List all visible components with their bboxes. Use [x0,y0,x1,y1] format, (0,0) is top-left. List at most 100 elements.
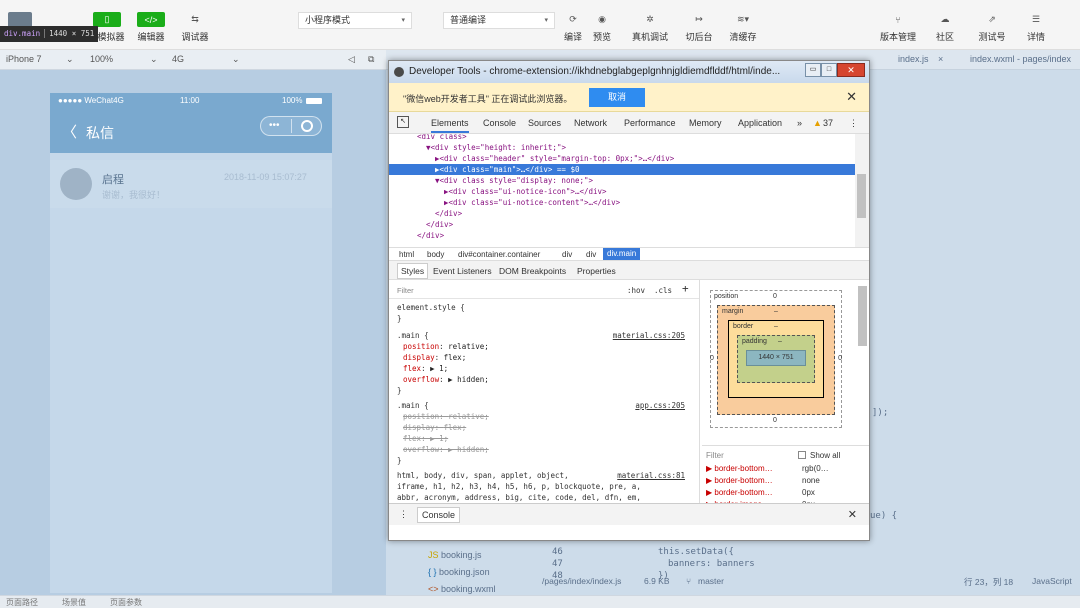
minimize-icon[interactable]: ▭ [805,63,821,77]
css-declaration[interactable]: overflow: ▶ hidden; [403,374,489,385]
community-button[interactable]: ☁ 社区 [934,12,956,43]
file-booking-js[interactable]: JS booking.js [428,547,496,564]
dom-node[interactable]: </div> [389,230,855,241]
capsule-menu[interactable]: ••• [260,116,322,136]
page-path-button[interactable]: 页面路径 [6,597,38,608]
background-button[interactable]: ↦ 切后台 [682,12,716,43]
dom-node[interactable]: ▶<div class="header" style="margin-top: … [389,153,855,164]
tab-sources[interactable]: Sources [528,118,561,128]
scrollbar-thumb[interactable] [858,286,867,346]
rule-selector[interactable]: html, body, div, span, applet, object, [397,470,569,481]
mode-select[interactable]: 小程序模式 ▾ [298,12,412,29]
crumb[interactable]: html [399,250,414,259]
computed-row[interactable]: ▶ border-bottom… 0px [706,488,856,497]
zoom-select[interactable]: 100% [90,54,113,64]
rule-source-link[interactable]: material.css:81 [617,470,685,481]
tab-styles[interactable]: Styles [397,263,429,279]
remote-debug-button[interactable]: ✲ 真机调试 [628,12,672,43]
more-icon[interactable]: ••• [269,120,280,131]
tab-performance[interactable]: Performance [624,118,676,128]
rule-source-link[interactable]: material.css:205 [613,330,685,341]
clear-cache-button[interactable]: ≋▾ 清缓存 [726,12,760,43]
scrollbar-thumb[interactable] [857,174,866,218]
network-select[interactable]: 4G [172,54,184,64]
styles-filter-input[interactable]: Filter [397,285,414,296]
rule-source-link[interactable]: app.css:205 [635,400,685,411]
tab-index-wxml[interactable]: index.wxml - pages/index [970,54,1071,64]
chat-list-item[interactable]: 启程 2018-11-09 15:07:27 谢谢，我很好！ [50,160,332,208]
close-icon[interactable]: ✕ [848,508,857,521]
cls-toggle[interactable]: .cls [654,285,672,296]
css-declaration[interactable]: flex: ▶ 1; [403,433,448,444]
tab-memory[interactable]: Memory [689,118,722,128]
back-icon[interactable]: 〈 [62,121,77,142]
show-all-checkbox[interactable] [798,451,806,459]
css-declaration[interactable]: position: relative; [403,341,489,352]
crumb-selected[interactable]: div.main [603,248,641,260]
tab-network[interactable]: Network [574,118,607,128]
computed-row[interactable]: ▶ border-bottom… none [706,476,856,485]
dom-node[interactable]: ▼<div class style="display: none;"> [389,175,855,186]
dom-node[interactable]: ▶<div class="ui-notice-icon">…</div> [389,186,855,197]
scene-button[interactable]: 场景值 [62,597,86,608]
file-booking-json[interactable]: { } booking.json [428,564,496,581]
dom-node[interactable]: </div> [389,208,855,219]
tab-console-drawer[interactable]: Console [417,507,461,523]
crumb[interactable]: div [586,250,596,259]
tab-properties[interactable]: Properties [577,266,616,276]
element-style-rule[interactable]: element.style { [397,302,465,313]
css-declaration[interactable]: display: flex; [403,422,466,433]
details-button[interactable]: ☰ 详情 [1024,12,1048,43]
css-declaration[interactable]: display: flex; [403,352,466,363]
dom-node[interactable]: </div> [389,219,855,230]
tab-dom-breakpoints[interactable]: DOM Breakpoints [499,266,566,276]
tab-index-js[interactable]: index.js [898,54,929,64]
test-account-button[interactable]: ⇗ 测试号 [975,12,1009,43]
tooltip-selector: div.main [4,29,41,38]
tab-console[interactable]: Console [483,118,516,128]
warning-count[interactable]: 37 [823,118,833,128]
css-declaration[interactable]: position: relative; [403,411,489,422]
tab-event-listeners[interactable]: Event Listeners [433,266,492,276]
editor-toggle[interactable]: </> 编辑器 [134,12,168,43]
tab-elements[interactable]: Elements [431,118,469,133]
page-params-button[interactable]: 页面参数 [110,597,142,608]
popout-icon[interactable]: ⧉ [368,54,374,65]
crumb[interactable]: div [562,250,572,259]
dom-node-selected[interactable]: ▶<div class="main">…</div> == $0 [389,164,855,175]
preview-button[interactable]: ◉ 预览 [590,12,614,43]
close-circle-icon[interactable] [301,120,313,132]
dom-scrollbar[interactable] [855,134,869,247]
compile-select[interactable]: 普通编译 ▾ [443,12,555,29]
crumb[interactable]: div#container.container [458,250,540,259]
computed-row[interactable]: ▶ border-bottom… rgb(0… [706,464,856,473]
css-declaration[interactable]: flex: ▶ 1; [403,363,448,374]
drawer-menu-icon[interactable]: ⋮ [399,509,408,520]
dom-node[interactable]: ▼<div style="height: inherit;"> [389,142,855,153]
rule-selector[interactable]: .main { [397,400,429,411]
dom-node[interactable]: <div class> [389,134,855,142]
inspect-icon[interactable]: ↖ [397,116,409,128]
exit-icon: ↦ [695,14,703,24]
hov-toggle[interactable]: :hov [627,285,645,296]
kebab-menu-icon[interactable]: ⋮ [849,118,858,129]
cancel-button[interactable]: 取消 [589,88,645,107]
close-icon[interactable]: × [938,54,943,64]
dom-node[interactable]: ▶<div class="ui-notice-content">…</div> [389,197,855,208]
debugger-toggle[interactable]: ⇆ 调试器 [178,12,212,43]
sound-icon[interactable]: ◁ [348,54,355,65]
maximize-icon[interactable]: □ [821,63,837,77]
compile-button[interactable]: ⟳ 编译 [562,12,584,43]
computed-filter-input[interactable]: Filter [706,451,724,460]
device-select[interactable]: iPhone 7 [6,54,42,64]
rule-selector[interactable]: .main { [397,330,429,341]
tab-application[interactable]: Application [738,118,782,128]
close-icon[interactable]: ✕ [837,63,865,77]
version-button[interactable]: ⑂ 版本管理 [878,12,918,43]
css-declaration[interactable]: overflow: ▶ hidden; [403,444,489,455]
more-tabs[interactable]: » [797,118,802,128]
close-icon[interactable]: ✕ [846,89,857,105]
crumb[interactable]: body [427,250,444,259]
window-controls: ▭ □ ✕ [805,63,865,77]
new-rule-button[interactable]: + [682,283,689,294]
